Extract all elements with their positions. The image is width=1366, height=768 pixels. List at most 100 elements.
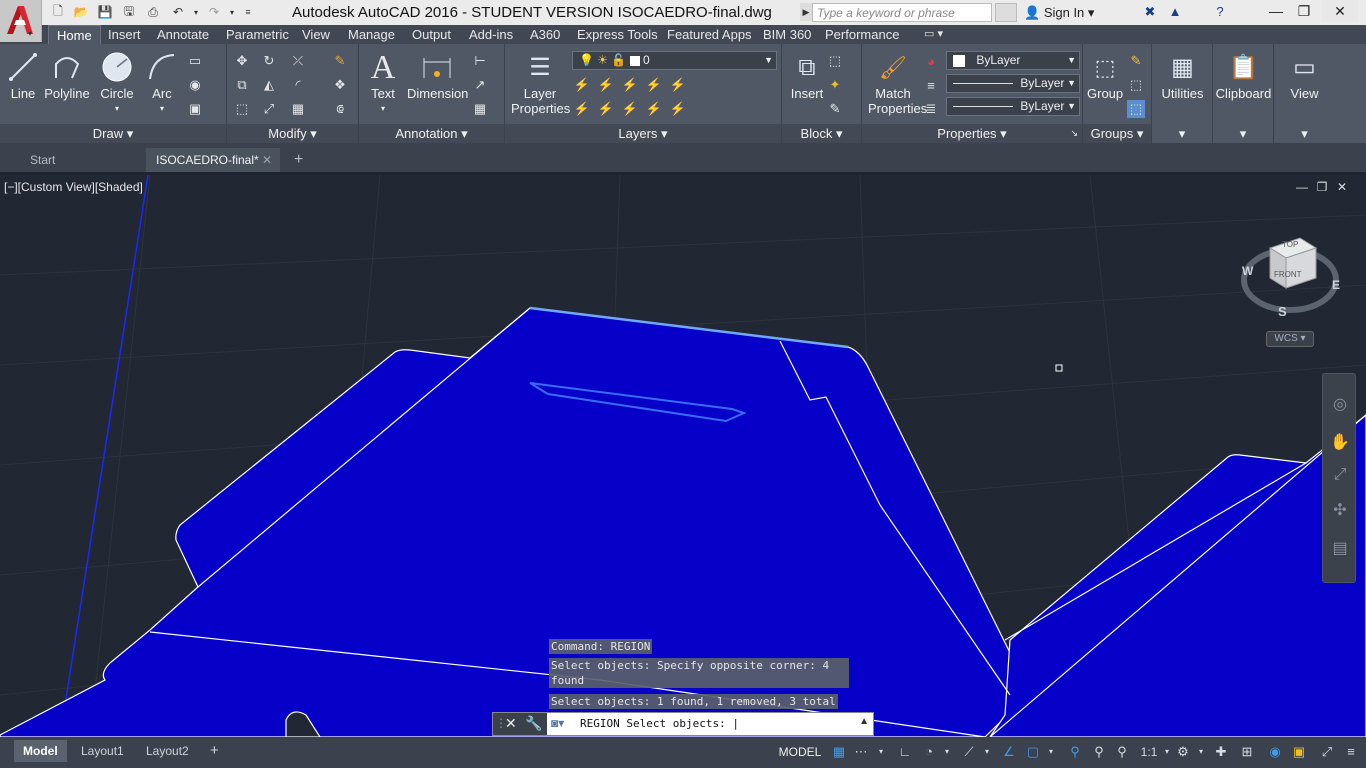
- layout-tab-layout1[interactable]: Layout1: [72, 740, 133, 762]
- new-tab-button[interactable]: +: [288, 148, 310, 172]
- lineweight-icon[interactable]: ≣: [922, 100, 940, 118]
- viewcube[interactable]: TOP FRONT W E S: [1240, 230, 1340, 340]
- layers-panel-title[interactable]: Layers ▾: [505, 124, 781, 143]
- scale-icon[interactable]: ⤢: [260, 100, 278, 118]
- annotation-monitor-icon[interactable]: ✚: [1212, 743, 1230, 761]
- create-block-icon[interactable]: ⬚: [826, 52, 844, 70]
- annotation-panel-title[interactable]: Annotation ▾: [359, 124, 504, 143]
- arc-button[interactable]: Arc ▾: [144, 50, 180, 116]
- tab-parametric[interactable]: Parametric: [218, 25, 297, 44]
- lineweight-dropdown[interactable]: ByLayer ▼: [946, 97, 1080, 116]
- redo-icon[interactable]: ↷: [206, 4, 222, 20]
- tab-add-ins[interactable]: Add-ins: [461, 25, 521, 44]
- exchange-apps-icon[interactable]: ✖: [1140, 3, 1160, 21]
- clipboard-dropdown-icon[interactable]: ▾: [1213, 124, 1273, 143]
- search-input[interactable]: Type a keyword or phrase: [812, 3, 992, 22]
- ribbon-display-toggle-icon[interactable]: ▭ ▾: [916, 25, 951, 44]
- text-button[interactable]: A Text ▾: [365, 50, 401, 116]
- ortho-icon[interactable]: ∟: [896, 743, 914, 761]
- showmotion-icon[interactable]: ▤: [1329, 538, 1351, 560]
- draw-panel-title[interactable]: Draw ▾: [0, 124, 226, 143]
- sign-in-button[interactable]: 👤 Sign In ▾: [1024, 5, 1094, 21]
- workspace-gear-icon[interactable]: ⚙: [1174, 743, 1192, 761]
- close-command-line-icon[interactable]: ✕: [505, 715, 517, 732]
- polyline-button[interactable]: Polyline: [42, 50, 92, 101]
- add-layout-button[interactable]: +: [201, 740, 228, 762]
- region-main[interactable]: [0, 307, 1031, 737]
- layer-properties-button[interactable]: ☰ Layer Properties: [511, 50, 570, 116]
- fillet-icon[interactable]: ◜: [289, 76, 307, 94]
- annotation-visibility-icon[interactable]: ⚲: [1066, 743, 1084, 761]
- object-snap-dropdown-icon[interactable]: ▾: [1042, 743, 1060, 761]
- tab-bim-360[interactable]: BIM 360: [755, 25, 819, 44]
- tab-start[interactable]: Start: [20, 148, 144, 172]
- utilities-dropdown-icon[interactable]: ▾: [1152, 124, 1212, 143]
- text-dropdown-icon[interactable]: ▾: [365, 101, 401, 116]
- undo-icon[interactable]: ↶: [170, 4, 186, 20]
- isodraft-icon[interactable]: ⟋: [960, 743, 978, 761]
- circle-dropdown-icon[interactable]: ▾: [97, 101, 137, 116]
- model-space-button[interactable]: MODEL: [776, 742, 824, 762]
- arc-dropdown-icon[interactable]: ▾: [144, 101, 180, 116]
- leader-icon[interactable]: ↗: [471, 76, 489, 94]
- help-icon[interactable]: ?: [1210, 3, 1230, 21]
- rectangle-icon[interactable]: ▭: [186, 52, 204, 70]
- layer-on-icon[interactable]: ⚡: [573, 100, 591, 118]
- open-file-icon[interactable]: 📂: [73, 4, 89, 20]
- group-selection-icon[interactable]: ⬚: [1127, 100, 1145, 118]
- tab-home[interactable]: Home: [48, 25, 101, 44]
- layer-current-icon[interactable]: ⚡: [669, 100, 687, 118]
- command-input[interactable]: REGION Select objects: |: [580, 717, 739, 730]
- tab-view[interactable]: View: [294, 25, 338, 44]
- layer-lock-icon[interactable]: ⚡: [645, 76, 663, 94]
- customization-menu-icon[interactable]: ≡: [1342, 743, 1360, 761]
- layer-isolate-icon[interactable]: ⚡: [597, 76, 615, 94]
- tab-close-icon[interactable]: ✕: [262, 148, 272, 172]
- viewport-minimize-icon[interactable]: —: [1294, 180, 1310, 194]
- viewport-close-icon[interactable]: ✕: [1334, 180, 1350, 194]
- match-properties-button[interactable]: 🖌 Match Properties: [868, 50, 927, 116]
- restore-button[interactable]: ❐: [1286, 0, 1322, 22]
- wcs-menu[interactable]: WCS ▾: [1266, 331, 1314, 347]
- linear-dim-icon[interactable]: ⊢: [471, 52, 489, 70]
- properties-panel-title[interactable]: Properties ▾ ↘: [862, 124, 1082, 143]
- tab-insert[interactable]: Insert: [100, 25, 149, 44]
- line-button[interactable]: Line: [6, 50, 40, 101]
- circle-button[interactable]: Circle ▾: [97, 50, 137, 116]
- zoom-icon[interactable]: ⤢: [1329, 464, 1351, 486]
- command-line[interactable]: ⋮ ✕ 🔧 ◙▾ REGION Select objects: | ▲: [492, 712, 874, 736]
- recent-commands-icon[interactable]: ◙▾: [551, 716, 564, 730]
- insert-button[interactable]: ⧉ Insert: [786, 50, 828, 101]
- redo-dropdown-icon[interactable]: ▾: [224, 4, 240, 20]
- pan-icon[interactable]: ✋: [1329, 432, 1351, 454]
- array-icon[interactable]: ▦: [289, 100, 307, 118]
- tab-annotate[interactable]: Annotate: [149, 25, 217, 44]
- application-menu-button[interactable]: ▾: [0, 0, 42, 42]
- orbit-icon[interactable]: ✣: [1329, 500, 1351, 522]
- properties-launcher-icon[interactable]: ↘: [1070, 124, 1078, 143]
- trim-icon[interactable]: ⤫: [289, 52, 307, 70]
- gradient-icon[interactable]: ▣: [186, 100, 204, 118]
- offset-icon[interactable]: ⟃: [331, 100, 349, 118]
- modify-panel-title[interactable]: Modify ▾: [227, 124, 358, 143]
- new-file-icon[interactable]: 🗋: [50, 4, 66, 20]
- tab-output[interactable]: Output: [404, 25, 459, 44]
- stretch-icon[interactable]: ⬚: [233, 100, 251, 118]
- isolate-objects-icon[interactable]: ◉: [1266, 743, 1284, 761]
- groups-panel-title[interactable]: Groups ▾: [1083, 124, 1151, 143]
- color-wheel-icon[interactable]: ◕: [922, 52, 940, 70]
- hatch-icon[interactable]: ◉: [186, 76, 204, 94]
- drawing-viewport[interactable]: [−][Custom View][Shaded] — ❐ ✕ TOP FRONT…: [0, 175, 1366, 737]
- hardware-acceleration-icon[interactable]: ▣: [1290, 743, 1308, 761]
- linetype-icon[interactable]: ≡: [922, 76, 940, 94]
- object-snap-icon[interactable]: ▢: [1024, 743, 1042, 761]
- object-snap-tracking-icon[interactable]: ∠: [1000, 743, 1018, 761]
- copy-icon[interactable]: ⧉: [233, 76, 251, 94]
- block-panel-title[interactable]: Block ▾: [782, 124, 861, 143]
- explode-icon[interactable]: ❖: [331, 76, 349, 94]
- viewport-restore-icon[interactable]: ❐: [1314, 180, 1330, 194]
- grid-display-icon[interactable]: ▦: [830, 743, 848, 761]
- erase-icon[interactable]: ✎: [331, 52, 349, 70]
- a360-icon[interactable]: ▲: [1165, 3, 1185, 21]
- ungroup-icon[interactable]: ✎: [1127, 52, 1145, 70]
